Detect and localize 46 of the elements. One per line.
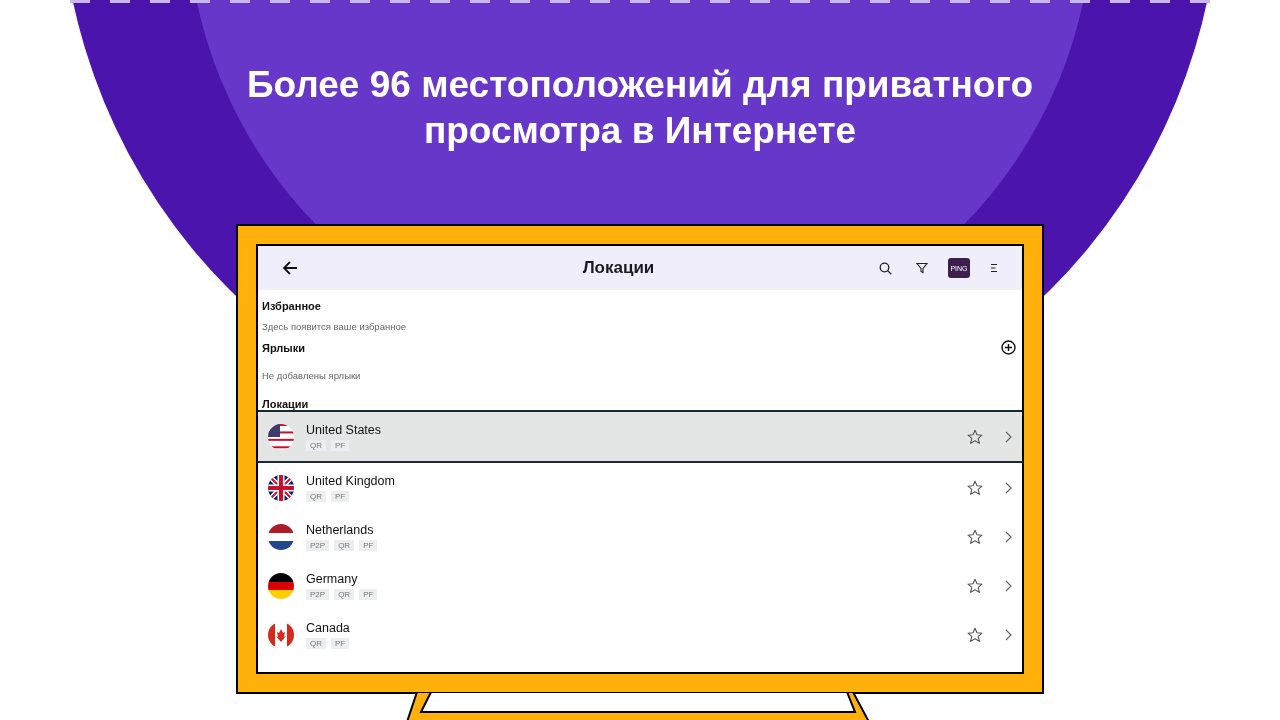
flag-icon bbox=[268, 572, 294, 599]
feature-tag: P2P bbox=[306, 588, 330, 600]
location-name: United States bbox=[306, 422, 383, 437]
location-row[interactable]: United States QR PF bbox=[258, 410, 1022, 463]
feature-tag: PF bbox=[359, 588, 378, 600]
filter-icon bbox=[916, 262, 928, 274]
star-icon bbox=[967, 626, 983, 643]
chevron-right-icon bbox=[1005, 481, 1012, 494]
feature-tag: QR bbox=[306, 637, 326, 649]
star-icon bbox=[967, 479, 983, 496]
feature-tag: PF bbox=[331, 439, 350, 451]
screen-title: Локации bbox=[581, 258, 656, 278]
empty-state-text: Здесь появится ваше избранное bbox=[261, 321, 407, 332]
empty-state-text: Не добавлены ярлыки bbox=[261, 370, 362, 381]
feature-tag: PF bbox=[331, 490, 350, 502]
feature-tag: QR bbox=[306, 439, 326, 451]
headline: просмотра в Интернете bbox=[423, 109, 857, 153]
feature-tag: QR bbox=[334, 539, 355, 551]
location-name: Canada bbox=[306, 620, 351, 635]
section-heading: Локации bbox=[261, 398, 310, 410]
location-name: Netherlands bbox=[306, 522, 375, 537]
flag-icon bbox=[268, 423, 294, 450]
search-icon bbox=[879, 261, 892, 275]
star-icon bbox=[967, 428, 983, 445]
flag-icon bbox=[268, 474, 294, 501]
feature-tag: PF bbox=[331, 637, 350, 649]
plus-circle-icon bbox=[1001, 340, 1016, 355]
headline: Более 96 местоположений для приватного bbox=[247, 63, 1033, 107]
section-heading: Избранное bbox=[261, 300, 322, 312]
location-name: Germany bbox=[306, 571, 359, 586]
add-button[interactable] bbox=[1001, 340, 1016, 355]
star-icon bbox=[967, 528, 983, 545]
chevron-right-icon bbox=[1005, 530, 1012, 543]
flag-icon bbox=[268, 523, 294, 550]
feature-tag: P2P bbox=[306, 539, 330, 551]
sort-icon bbox=[990, 263, 998, 273]
feature-tag: QR bbox=[334, 588, 355, 600]
star-icon bbox=[967, 577, 983, 594]
feature-tag: PF bbox=[359, 539, 378, 551]
location-name: United Kingdom bbox=[306, 473, 396, 488]
chevron-right-icon bbox=[1005, 579, 1012, 592]
chevron-right-icon bbox=[1005, 628, 1012, 641]
feature-tag: QR bbox=[306, 490, 326, 502]
chevron-right-icon bbox=[1005, 430, 1012, 443]
section-heading: Ярлыки bbox=[261, 341, 306, 354]
back-arrow-icon bbox=[282, 260, 298, 276]
